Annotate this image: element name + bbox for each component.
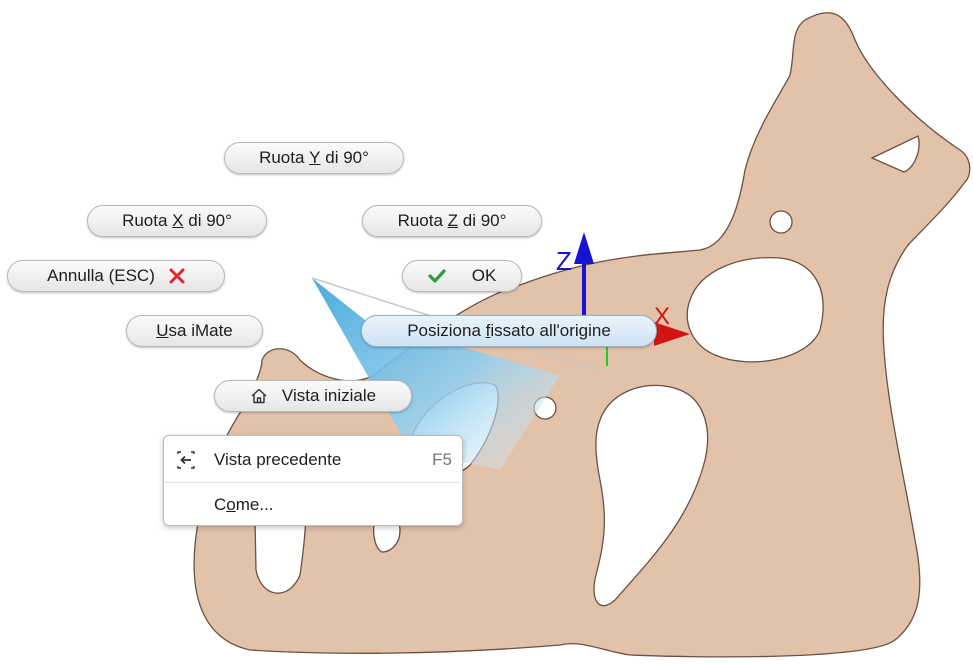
place-grounded-label-pre: Posiziona bbox=[407, 321, 486, 340]
overflow-menu: Vista precedente F5 Come... bbox=[163, 435, 463, 526]
rotate-y-mnemonic: Y bbox=[309, 148, 321, 167]
ok-label: OK bbox=[471, 266, 497, 285]
ok-button[interactable]: OK bbox=[402, 260, 522, 292]
close-icon bbox=[169, 268, 185, 284]
previous-view-shortcut: F5 bbox=[432, 450, 452, 469]
rotate-y-label-pre: Ruota bbox=[259, 148, 310, 167]
previous-view-label: Vista precedente bbox=[214, 450, 342, 469]
use-imate-mnemonic: U bbox=[156, 321, 169, 340]
rotate-x-label-pre: Ruota bbox=[122, 211, 173, 230]
home-view-label: Vista iniziale bbox=[281, 386, 377, 405]
rotate-x-label-post: di 90° bbox=[183, 211, 232, 230]
rotate-z-button[interactable]: Ruota Z di 90° bbox=[362, 205, 542, 237]
rotate-y-button[interactable]: Ruota Y di 90° bbox=[224, 142, 404, 174]
z-arrowhead bbox=[574, 232, 594, 264]
menu-item-previous-view[interactable]: Vista precedente F5 bbox=[164, 438, 462, 482]
use-imate-button[interactable]: Usa iMate bbox=[126, 315, 263, 347]
how-to-pre: C bbox=[214, 495, 227, 514]
cancel-label: Annulla (ESC) bbox=[47, 266, 155, 285]
home-icon bbox=[250, 387, 268, 405]
rotate-x-mnemonic: X bbox=[172, 211, 184, 230]
how-to-post: me... bbox=[235, 495, 274, 514]
rotate-x-button[interactable]: Ruota X di 90° bbox=[87, 205, 267, 237]
cancel-button[interactable]: Annulla (ESC) bbox=[7, 260, 225, 292]
checkmark-icon bbox=[428, 268, 446, 284]
rotate-z-mnemonic: Z bbox=[447, 211, 459, 230]
eye-hole bbox=[769, 210, 793, 234]
home-view-button[interactable]: Vista iniziale bbox=[214, 380, 412, 412]
z-axis-label: Z bbox=[556, 246, 572, 276]
how-to-label: Come... bbox=[214, 495, 274, 515]
place-grounded-label-post: issato all'origine bbox=[490, 321, 611, 340]
rotate-z-label-pre: Ruota bbox=[397, 211, 448, 230]
use-imate-label: sa iMate bbox=[168, 321, 233, 340]
rotate-z-label-post: di 90° bbox=[458, 211, 507, 230]
menu-item-how-to[interactable]: Come... bbox=[164, 483, 462, 527]
previous-view-icon bbox=[176, 451, 196, 469]
rotate-y-label-post: di 90° bbox=[320, 148, 369, 167]
place-grounded-at-origin-button[interactable]: Posiziona f issato all'origine bbox=[361, 315, 657, 347]
how-to-mnemonic: o bbox=[226, 495, 236, 514]
